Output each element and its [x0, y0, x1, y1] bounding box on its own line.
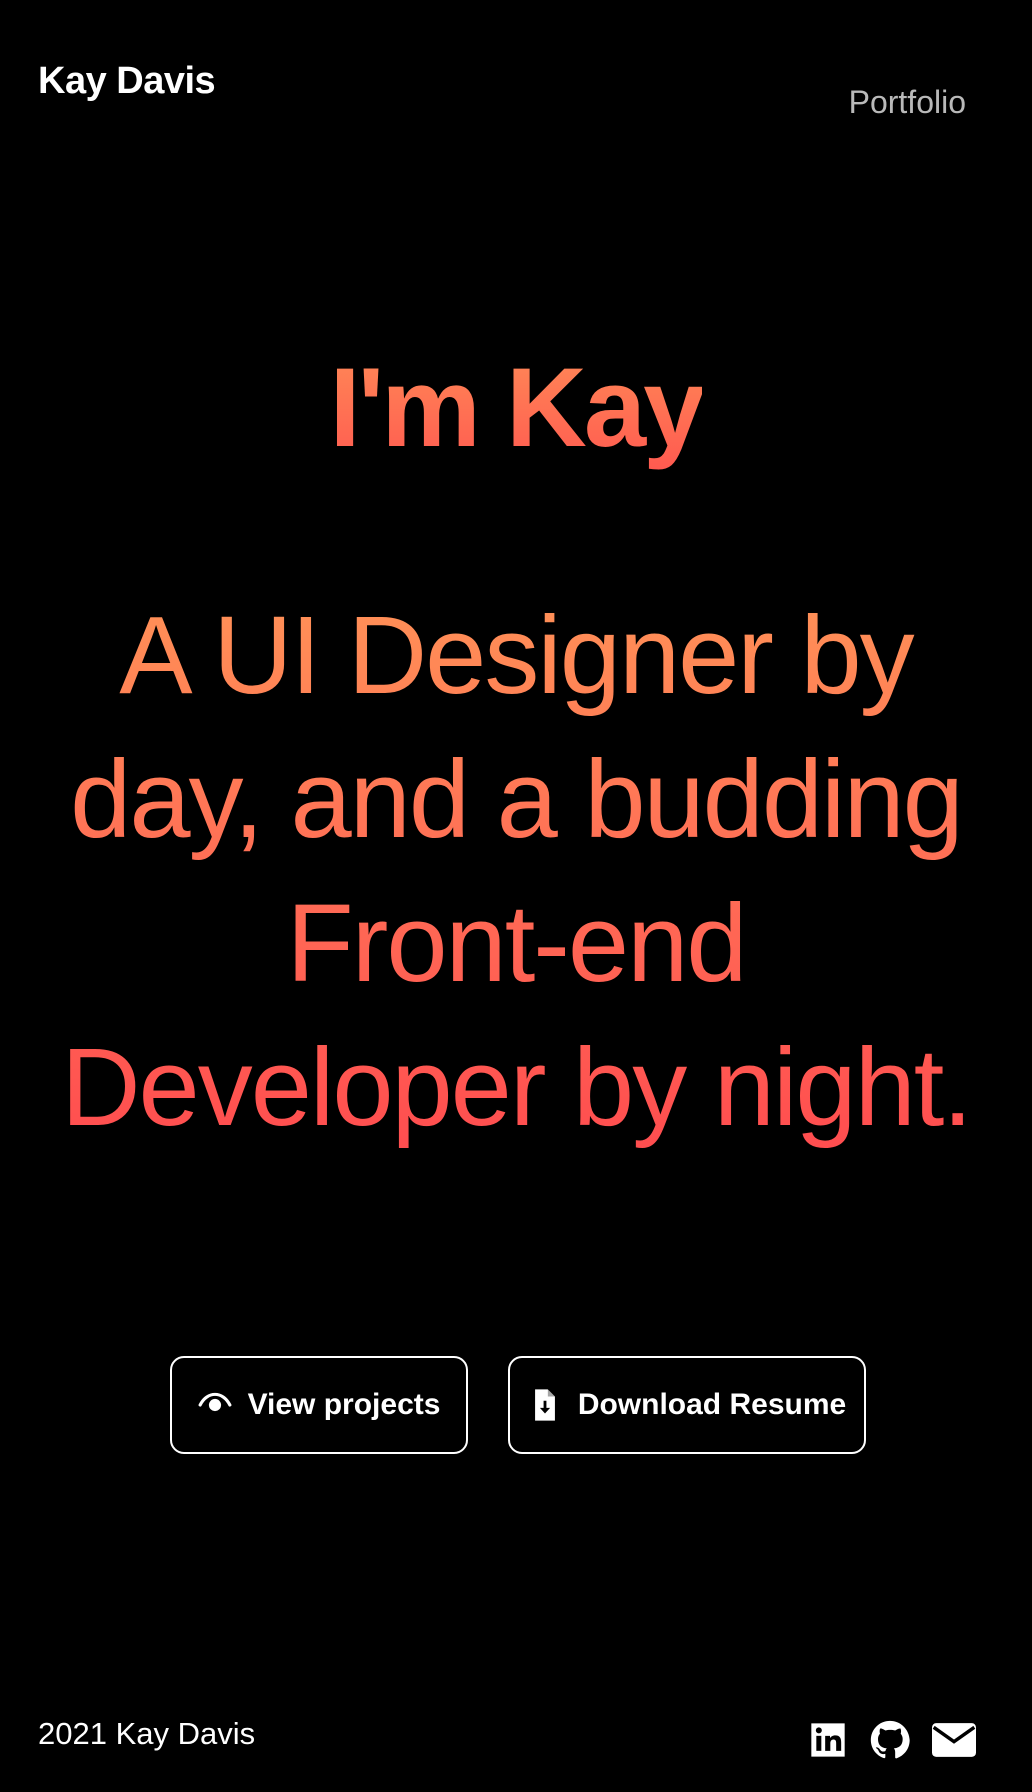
- nav-portfolio-link[interactable]: Portfolio: [849, 86, 966, 118]
- download-resume-button[interactable]: Download Resume: [508, 1356, 866, 1454]
- file-download-icon: [528, 1388, 562, 1422]
- copyright-text: 2021 Kay Davis: [38, 1716, 256, 1751]
- brand-logo-link[interactable]: Kay Davis: [38, 62, 216, 100]
- linkedin-icon[interactable]: [808, 1720, 848, 1760]
- github-icon[interactable]: [870, 1720, 910, 1760]
- hero-title: I'm Kay: [0, 352, 1032, 464]
- social-links: [808, 1720, 976, 1760]
- envelope-icon[interactable]: [932, 1720, 976, 1760]
- download-resume-label: Download Resume: [577, 1388, 847, 1421]
- eye-icon: [198, 1388, 232, 1422]
- hero-subtitle: A UI Designer by day, and a budding Fron…: [60, 584, 973, 1160]
- view-projects-button[interactable]: View projects: [170, 1356, 468, 1454]
- hero-title-text: I'm Kay: [329, 345, 706, 470]
- view-projects-label: View projects: [247, 1388, 441, 1421]
